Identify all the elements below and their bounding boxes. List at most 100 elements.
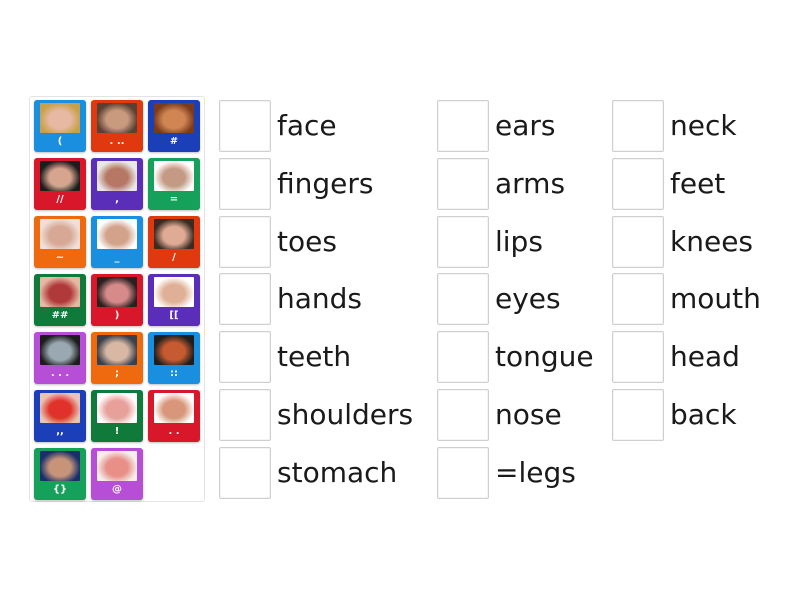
word-label: ears — [495, 109, 556, 142]
word-label: tongue — [495, 340, 594, 373]
tile-symbol: :: — [170, 368, 178, 379]
teeth-photo — [97, 393, 137, 423]
image-tile-tongue[interactable]: ) — [91, 274, 143, 326]
hands-photo — [154, 277, 194, 307]
drop-slot-face[interactable] — [219, 100, 271, 152]
fingers-photo — [40, 161, 80, 191]
image-tile-stomach[interactable]: @ — [91, 448, 143, 500]
neck-photo — [154, 103, 194, 133]
stomach-photo — [97, 451, 137, 481]
drop-slot-toes[interactable] — [219, 216, 271, 268]
drop-slot-shoulders[interactable] — [219, 389, 271, 441]
tile-symbol: ) — [114, 310, 120, 321]
image-tile-ears[interactable]: / — [148, 216, 200, 268]
image-tile-feet[interactable]: ; — [91, 332, 143, 384]
image-tile-head[interactable]: = — [148, 158, 200, 210]
drop-slot-teeth[interactable] — [219, 331, 271, 383]
word-label: stomach — [277, 456, 398, 489]
word-label: lips — [495, 225, 543, 258]
drop-slot-tongue[interactable] — [437, 331, 489, 383]
tile-symbol: // — [56, 194, 64, 205]
tile-symbol: ; — [115, 368, 119, 379]
shoulders-photo — [154, 335, 194, 365]
word-label: hands — [277, 282, 363, 315]
drop-slot-knees[interactable] — [612, 216, 664, 268]
legs-photo — [97, 219, 137, 249]
drop-slot-eyes[interactable] — [437, 273, 489, 325]
tongue-photo — [97, 277, 137, 307]
drop-slot-lips[interactable] — [437, 216, 489, 268]
drop-slot-neck[interactable] — [612, 100, 664, 152]
face-photo — [97, 103, 137, 133]
drop-slot-stomach[interactable] — [219, 447, 271, 499]
tile-symbol: ! — [114, 426, 120, 437]
head-photo — [154, 161, 194, 191]
drop-slot-feet[interactable] — [612, 158, 664, 210]
word-label: eyes — [495, 282, 561, 315]
image-tile-knees[interactable]: {} — [34, 448, 86, 500]
tile-symbol: _ — [114, 252, 120, 263]
word-label: =legs — [495, 456, 576, 489]
tile-symbol: , — [115, 194, 119, 205]
word-label: arms — [495, 167, 566, 200]
drop-slot-head[interactable] — [612, 331, 664, 383]
image-tile-back[interactable]: , — [91, 158, 143, 210]
tile-symbol: @ — [112, 484, 122, 495]
tile-symbol: ## — [51, 310, 69, 321]
tile-symbol: ( — [57, 136, 63, 147]
image-tile-legs[interactable]: _ — [91, 216, 143, 268]
word-label: neck — [670, 109, 737, 142]
word-label: teeth — [277, 340, 352, 373]
word-label: head — [670, 340, 740, 373]
mouth-photo — [40, 277, 80, 307]
tile-symbol: . . — [168, 426, 180, 437]
word-label: knees — [670, 225, 754, 258]
word-label: nose — [495, 398, 562, 431]
nose-photo — [40, 219, 80, 249]
image-tile-shoulders[interactable]: :: — [148, 332, 200, 384]
word-label: fingers — [277, 167, 374, 200]
ears-photo — [154, 219, 194, 249]
image-tile-hands[interactable]: [[ — [148, 274, 200, 326]
image-tile-face[interactable]: . .. — [91, 100, 143, 152]
drop-slot-legs[interactable] — [437, 447, 489, 499]
tile-symbol: . . . — [50, 368, 70, 379]
tile-symbol: . .. — [109, 136, 125, 147]
image-tile-teeth[interactable]: ! — [91, 390, 143, 442]
tile-symbol: {} — [52, 484, 68, 495]
drop-slot-back[interactable] — [612, 389, 664, 441]
lips-photo — [40, 393, 80, 423]
drop-slot-hands[interactable] — [219, 273, 271, 325]
back-photo — [97, 161, 137, 191]
feet-photo — [97, 335, 137, 365]
word-label: shoulders — [277, 398, 414, 431]
tile-symbol: ~ — [55, 252, 65, 263]
tile-symbol: # — [169, 136, 179, 147]
drop-slot-ears[interactable] — [437, 100, 489, 152]
image-tile-toes[interactable]: ( — [34, 100, 86, 152]
image-tile-mouth[interactable]: ## — [34, 274, 86, 326]
drop-slot-arms[interactable] — [437, 158, 489, 210]
image-tile-eyes[interactable]: . . . — [34, 332, 86, 384]
eyes-photo — [40, 335, 80, 365]
drop-slot-nose[interactable] — [437, 389, 489, 441]
arms-photo — [154, 393, 194, 423]
word-label: back — [670, 398, 737, 431]
drop-slot-fingers[interactable] — [219, 158, 271, 210]
tile-symbol: / — [172, 252, 176, 263]
tile-symbol: = — [169, 194, 179, 205]
drop-slot-mouth[interactable] — [612, 273, 664, 325]
tile-symbol: [[ — [169, 310, 179, 321]
image-tile-bank: ( . .. #//, =~ _ /##) [[. . .;::,,! . .{} @ — [29, 96, 205, 502]
word-label: mouth — [670, 282, 761, 315]
toes-photo — [40, 103, 80, 133]
knees-photo — [40, 451, 80, 481]
image-tile-fingers[interactable]: // — [34, 158, 86, 210]
image-tile-nose[interactable]: ~ — [34, 216, 86, 268]
word-label: toes — [277, 225, 337, 258]
image-tile-lips[interactable]: ,, — [34, 390, 86, 442]
image-tile-arms[interactable]: . . — [148, 390, 200, 442]
tile-symbol: ,, — [56, 426, 64, 437]
word-label: feet — [670, 167, 726, 200]
image-tile-neck[interactable]: # — [148, 100, 200, 152]
